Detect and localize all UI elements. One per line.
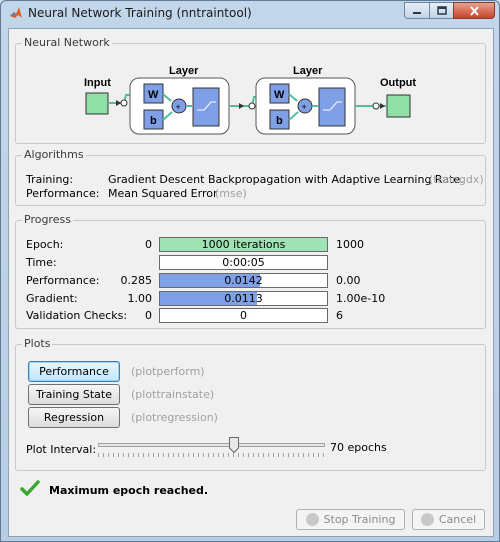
plot-interval-slider[interactable]	[98, 443, 325, 447]
epoch-start: 0	[145, 238, 152, 251]
output-arrow	[380, 103, 385, 109]
plot-regression-code: (plotregression)	[131, 411, 218, 424]
validation-checks-bar: 0	[159, 308, 328, 323]
performance-end: 0.00	[336, 274, 361, 287]
input-label: Input	[84, 77, 111, 89]
epoch-bar: 1000 iterations	[159, 237, 328, 252]
time-label: Time:	[26, 256, 57, 269]
maximize-icon	[436, 6, 447, 15]
validation-checks-end: 6	[336, 309, 343, 322]
output-box	[386, 94, 411, 118]
output-label: Output	[380, 77, 416, 89]
epoch-end: 1000	[336, 238, 364, 251]
plots-title: Plots	[22, 337, 53, 350]
layer1-label: Layer	[169, 65, 199, 77]
validation-checks-start: 0	[145, 309, 152, 322]
progress-title: Progress	[22, 213, 73, 226]
neural-network-panel: Neural Network Input Layer W b + Layer W…	[15, 36, 486, 144]
layer2-label: Layer	[293, 65, 323, 77]
layer2-weight-label: W	[274, 89, 285, 101]
gradient-start: 1.00	[127, 292, 153, 305]
close-icon	[469, 5, 479, 16]
close-window-button[interactable]	[453, 2, 495, 19]
layer2-sum-label: +	[302, 102, 307, 112]
gradient-bar-value: 0.0113	[224, 292, 263, 305]
plot-training-state-button[interactable]: Training State	[28, 384, 120, 405]
minimize-icon	[413, 11, 421, 14]
performance-algo-label: Performance:	[26, 187, 100, 200]
client-area: Neural Network Input Layer W b + Layer W…	[8, 28, 494, 537]
layer2-bias-label: b	[276, 115, 283, 127]
performance-label: Performance:	[26, 274, 100, 287]
stop-training-label: Stop Training	[323, 513, 396, 526]
plot-interval-value: 70 epochs	[330, 441, 387, 454]
input-junction	[120, 99, 128, 107]
training-code: (traingdx)	[429, 173, 484, 186]
check-icon	[20, 480, 40, 496]
title-bar[interactable]: Neural Network Training (nntraintool)	[1, 1, 499, 25]
gradient-label: Gradient:	[26, 292, 78, 305]
plot-interval-label: Plot Interval:	[26, 443, 97, 456]
layer1-sum-label: +	[176, 102, 181, 112]
validation-checks-bar-value: 0	[240, 309, 247, 322]
plot-training-state-code: (plottrainstate)	[131, 388, 215, 401]
performance-algo-value: Mean Squared Error	[108, 187, 218, 200]
stop-icon	[305, 513, 319, 526]
performance-start: 0.285	[120, 274, 153, 287]
epoch-label: Epoch:	[26, 238, 64, 251]
status-message: Maximum epoch reached.	[49, 484, 209, 497]
time-bar-value: 0:00:05	[222, 256, 265, 269]
input-box	[85, 92, 109, 115]
stop-training-button[interactable]: Stop Training	[296, 509, 405, 530]
training-value: Gradient Descent Backpropagation with Ad…	[108, 173, 464, 186]
output-junction	[372, 102, 380, 110]
plot-regression-button[interactable]: Regression	[28, 407, 120, 428]
performance-bar-value: 0.0142	[224, 274, 263, 287]
plots-panel: Plots Performance (plotperform) Training…	[15, 337, 486, 471]
matlab-logo-icon	[10, 7, 22, 18]
network-diagram: Input Layer W b + Layer W b + Output	[84, 65, 416, 135]
cancel-label: Cancel	[438, 513, 477, 526]
performance-algo-code: (mse)	[215, 187, 247, 200]
cancel-button[interactable]: Cancel	[412, 509, 485, 530]
plot-performance-code: (plotperform)	[131, 365, 205, 378]
algorithms-panel: Algorithms Training: Gradient Descent Ba…	[15, 148, 486, 206]
window: Neural Network Training (nntraintool) Ne…	[0, 0, 500, 542]
progress-panel: Progress Epoch: 0 1000 iterations 1000 T…	[15, 213, 486, 329]
plot-interval-thumb[interactable]	[229, 437, 240, 453]
gradient-end: 1.00e-10	[336, 292, 386, 305]
maximize-button[interactable]	[429, 2, 454, 19]
training-label: Training:	[26, 173, 74, 186]
algorithms-title: Algorithms	[22, 148, 86, 161]
input-arrow	[116, 100, 121, 106]
window-title: Neural Network Training (nntraintool)	[28, 6, 252, 20]
performance-bar: 0.0142	[159, 273, 328, 288]
gradient-bar: 0.0113	[159, 291, 328, 306]
cancel-icon	[420, 513, 434, 526]
plot-performance-button[interactable]: Performance	[28, 361, 120, 382]
minimize-button[interactable]	[404, 2, 430, 19]
layer-junction	[248, 102, 256, 110]
plot-interval-ticks	[98, 453, 325, 457]
layer1-bias-label: b	[150, 115, 157, 127]
layer-arrow	[239, 103, 244, 109]
time-bar: 0:00:05	[159, 255, 328, 270]
epoch-bar-value: 1000 iterations	[201, 238, 286, 251]
layer1-weight-label: W	[148, 89, 159, 101]
